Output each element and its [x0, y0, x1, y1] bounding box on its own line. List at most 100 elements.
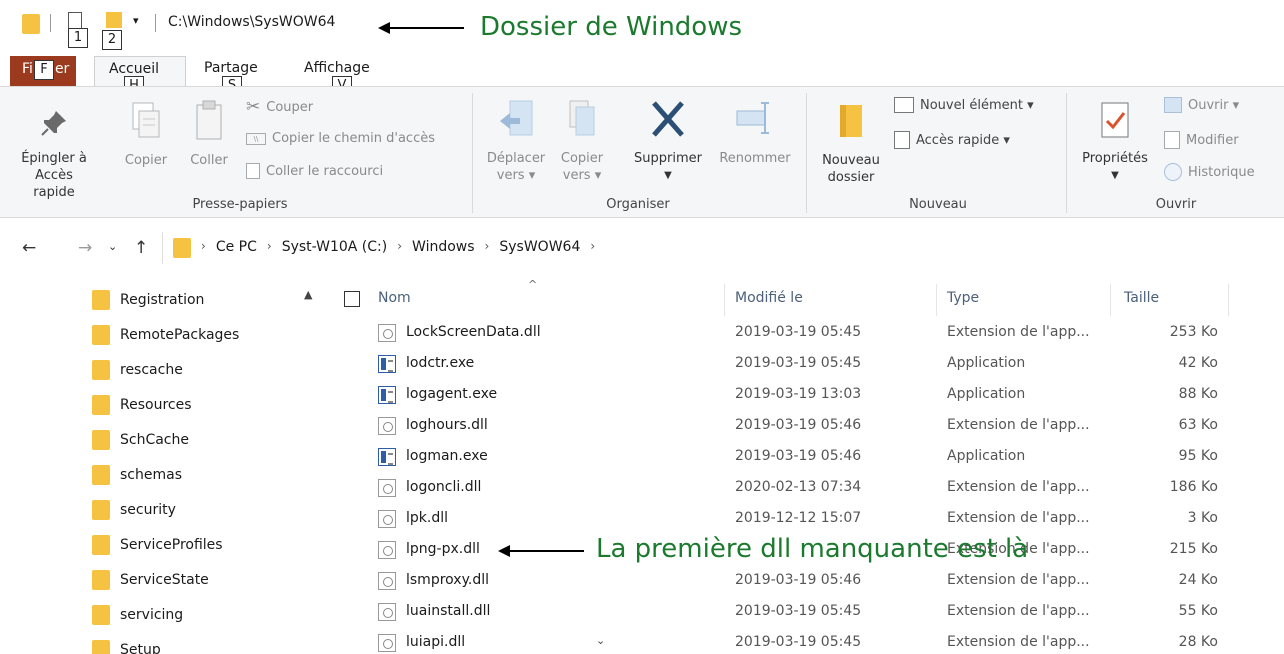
file-list: ^ Nom Modifié le Type Taille LockScreenD…: [330, 278, 1284, 654]
paste-button[interactable]: Coller: [182, 99, 236, 169]
properties-button[interactable]: Propriétés ▼: [1074, 101, 1156, 184]
nav-item-rescache[interactable]: rescache: [92, 352, 183, 387]
tab-share-label: Partage: [204, 60, 258, 76]
clipboard-icon: [196, 100, 222, 140]
breadcrumb-chevron-icon[interactable]: ›: [201, 239, 206, 255]
quick-access-button[interactable]: Accès rapide ▾: [894, 131, 1010, 149]
properties-dropdown-icon[interactable]: ▼: [1074, 167, 1156, 184]
edit-button[interactable]: Modifier: [1164, 131, 1239, 149]
breadcrumb-chevron-icon[interactable]: ›: [267, 239, 272, 255]
up-arrow-icon[interactable]: ↑: [134, 238, 148, 258]
group-label-clipboard: Presse-papiers: [192, 197, 288, 212]
column-divider[interactable]: [724, 284, 725, 316]
table-row[interactable]: logagent.exe 2019-03-19 13:03 Application 8…: [330, 380, 1284, 411]
nav-item-security[interactable]: security: [92, 492, 176, 527]
table-row[interactable]: logman.exe 2019-03-19 05:46 Application 95 …: [330, 442, 1284, 473]
group-label-new: Nouveau: [909, 197, 967, 212]
nav-item-resources[interactable]: Resources: [92, 387, 192, 422]
group-separator: [472, 93, 473, 213]
column-divider[interactable]: [1228, 284, 1229, 316]
column-header-type[interactable]: Type: [947, 290, 979, 306]
address-box[interactable]: › Ce PC › Syst-W10A (C:) › Windows › Sys…: [162, 232, 1284, 264]
breadcrumb-drive[interactable]: Syst-W10A (C:): [282, 239, 388, 255]
rename-icon: [736, 102, 769, 134]
cut-button[interactable]: ✂ Couper: [246, 97, 313, 117]
nav-item-label: Registration: [120, 291, 205, 308]
file-name: logagent.exe: [406, 386, 498, 402]
column-header-size[interactable]: Taille: [1124, 290, 1159, 306]
file-modified: 2019-03-19 05:45: [735, 603, 862, 619]
rename-label: Renommer: [719, 151, 791, 166]
copy-to-button[interactable]: Copier vers ▾: [552, 97, 612, 184]
select-all-checkbox[interactable]: [344, 291, 360, 307]
tab-view-label: Affichage: [304, 60, 370, 76]
cut-label: Couper: [266, 99, 314, 115]
table-row[interactable]: lpk.dll 2019-12-12 15:07 Extension de l'ap…: [330, 504, 1284, 535]
file-name: luiapi.dll: [406, 634, 466, 650]
folder-icon: [92, 534, 110, 555]
nav-item-label: SchCache: [120, 431, 189, 448]
back-arrow-icon[interactable]: ←: [22, 238, 36, 258]
nav-item-servicestate[interactable]: ServiceState: [92, 562, 209, 597]
pin-label-line2: Accès rapide: [33, 168, 75, 200]
table-row[interactable]: loghours.dll 2019-03-19 05:46 Extension de…: [330, 411, 1284, 442]
open-icon: [1164, 97, 1182, 113]
delete-x-icon: [652, 101, 684, 137]
nav-item-setup[interactable]: Setup: [92, 632, 161, 654]
delete-button[interactable]: Supprimer ▼: [626, 97, 710, 184]
pin-quick-access-button[interactable]: Épingler à Accès rapide: [14, 107, 94, 201]
rename-button[interactable]: Renommer: [712, 97, 798, 167]
column-header-modified[interactable]: Modifié le: [735, 290, 803, 306]
table-row[interactable]: luainstall.dll 2019-03-19 05:45 Extension …: [330, 597, 1284, 628]
forward-arrow-icon[interactable]: →: [78, 238, 92, 258]
move-to-icon: [500, 100, 533, 136]
open-button[interactable]: Ouvrir ▾: [1164, 97, 1239, 113]
nav-item-registration[interactable]: Registration: [92, 282, 204, 317]
column-divider[interactable]: [1110, 284, 1111, 316]
paste-shortcut-button[interactable]: Coller le raccourci: [246, 163, 383, 179]
nav-item-label: RemotePackages: [120, 326, 240, 343]
file-type: Extension de l'app...: [947, 603, 1090, 619]
breadcrumb-chevron-icon[interactable]: ›: [397, 239, 402, 255]
table-row[interactable]: luiapi.dll 2019-03-19 05:45 Extension de l…: [330, 628, 1284, 654]
paste-shortcut-icon: [246, 163, 260, 179]
copy-path-button[interactable]: \\ Copier le chemin d'accès: [246, 131, 435, 146]
breadcrumb-syswow64[interactable]: SysWOW64: [499, 239, 580, 255]
folder-icon: [92, 359, 110, 380]
qat-customize-icon[interactable]: ▾: [133, 14, 139, 27]
table-row[interactable]: logoncli.dll 2020-02-13 07:34 Extension de…: [330, 473, 1284, 504]
scroll-up-chevron-icon[interactable]: ▲: [304, 288, 312, 301]
table-row[interactable]: lodctr.exe 2019-03-19 05:45 Application 42 …: [330, 349, 1284, 380]
nav-item-schemas[interactable]: schemas: [92, 457, 182, 492]
table-row[interactable]: LockScreenData.dll 2019-03-19 05:45 Extens…: [330, 318, 1284, 349]
nav-item-remotepackages[interactable]: RemotePackages: [92, 317, 239, 352]
copy-path-label: Copier le chemin d'accès: [272, 131, 436, 146]
column-header-name[interactable]: Nom: [378, 290, 411, 306]
new-folder-button[interactable]: Nouveau dossier: [812, 99, 890, 186]
move-to-button[interactable]: Déplacer vers ▾: [480, 97, 552, 184]
folder-icon: [92, 604, 110, 625]
file-size: 42 Ko: [1178, 355, 1218, 371]
folder-icon: [92, 394, 110, 415]
breadcrumb-chevron-icon[interactable]: ›: [590, 239, 595, 255]
breadcrumb-this-pc[interactable]: Ce PC: [216, 239, 257, 255]
copy-button[interactable]: Copier: [118, 99, 174, 169]
application-file-icon: [378, 386, 396, 404]
breadcrumb-windows[interactable]: Windows: [412, 239, 475, 255]
new-item-button[interactable]: Nouvel élément ▾: [894, 97, 1034, 113]
nav-item-servicing[interactable]: servicing: [92, 597, 183, 632]
breadcrumb-chevron-icon[interactable]: ›: [485, 239, 490, 255]
recent-locations-chevron-icon[interactable]: ⌄: [108, 240, 117, 253]
nav-item-schcache[interactable]: SchCache: [92, 422, 189, 457]
file-size: 215 Ko: [1169, 541, 1218, 557]
file-type: Extension de l'app...: [947, 417, 1090, 433]
nav-item-serviceprofiles[interactable]: ServiceProfiles: [92, 527, 223, 562]
table-row[interactable]: lsmproxy.dll 2019-03-19 05:46 Extension de…: [330, 566, 1284, 597]
delete-dropdown-icon[interactable]: ▼: [626, 167, 710, 184]
folder-icon: [92, 324, 110, 345]
new-folder-qat-icon[interactable]: [106, 12, 122, 28]
file-modified: 2019-12-12 15:07: [735, 510, 862, 526]
scroll-down-chevron-icon[interactable]: ⌄: [596, 634, 605, 647]
column-divider[interactable]: [936, 284, 937, 316]
history-button[interactable]: Historique: [1164, 163, 1255, 181]
